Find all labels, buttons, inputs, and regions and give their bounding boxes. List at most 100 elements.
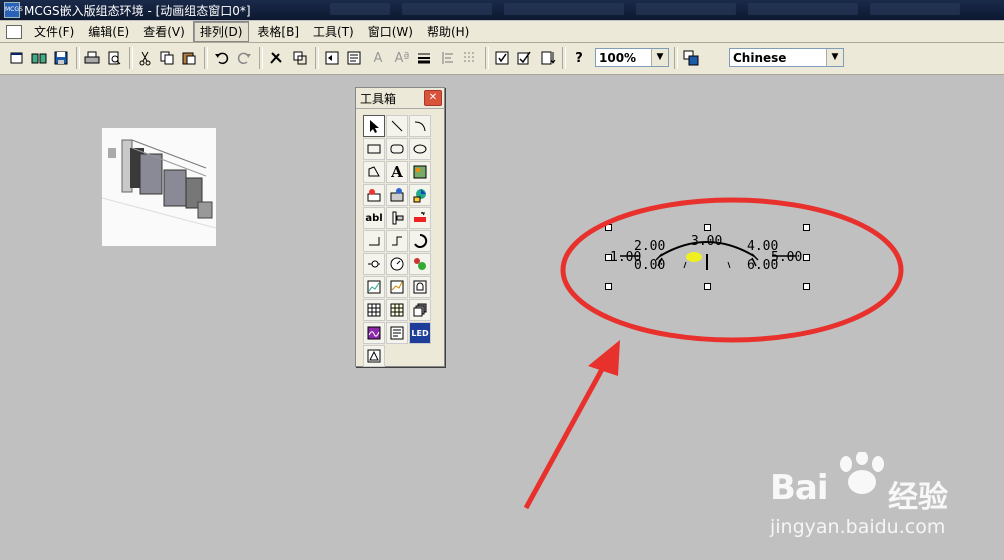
- selection-handle[interactable]: [704, 224, 711, 231]
- gauge-label: 3.00: [691, 234, 723, 249]
- selection-handle[interactable]: [803, 283, 810, 290]
- zoom-select[interactable]: 100% ▼: [595, 48, 669, 67]
- window-frame-icon[interactable]: [290, 48, 310, 68]
- script-icon[interactable]: [344, 48, 364, 68]
- equipment-image[interactable]: [102, 128, 216, 246]
- pointer-tool-icon[interactable]: [363, 115, 385, 137]
- component-icon[interactable]: [29, 48, 49, 68]
- picture-frame-icon[interactable]: [363, 345, 385, 367]
- system-menu-icon[interactable]: [6, 24, 22, 39]
- animation-icon[interactable]: [409, 184, 431, 206]
- title-bar: MCGS MCGS嵌入版组态环境 - [动画组态窗口0*]: [0, 0, 1004, 20]
- grid-icon[interactable]: [460, 48, 480, 68]
- table-tool-icon[interactable]: [363, 299, 385, 321]
- button-object-icon[interactable]: [386, 184, 408, 206]
- gauge-label: 2.00: [634, 239, 666, 254]
- menu-edit[interactable]: 编辑(E): [82, 22, 135, 41]
- toolbox-title: 工具箱: [360, 91, 397, 106]
- print-icon[interactable]: [82, 48, 102, 68]
- zoom-value: 100%: [599, 50, 637, 65]
- toolbox-panel: 工具箱 ✕ A abl LED: [355, 87, 445, 367]
- bitmap-tool-icon[interactable]: [409, 161, 431, 183]
- line-style-icon[interactable]: [414, 48, 434, 68]
- flow-block-icon[interactable]: [409, 207, 431, 229]
- menu-tools[interactable]: 工具(T): [307, 22, 360, 41]
- chevron-down-icon[interactable]: ▼: [651, 49, 668, 66]
- menu-view[interactable]: 查看(V): [137, 22, 191, 41]
- spin-arc-icon[interactable]: [409, 230, 431, 252]
- ellipse-tool-icon[interactable]: [409, 138, 431, 160]
- input-box-tool-icon[interactable]: abl: [363, 207, 385, 229]
- watermark-brand: Bai: [770, 468, 829, 508]
- taskbar-strip: [330, 3, 990, 17]
- clock-gauge-icon[interactable]: [386, 253, 408, 275]
- symbol-library-icon[interactable]: [363, 184, 385, 206]
- menu-arrange[interactable]: 排列(D): [192, 21, 250, 42]
- data-object-icon[interactable]: [322, 48, 342, 68]
- menu-help[interactable]: 帮助(H): [421, 22, 475, 41]
- selection-handle[interactable]: [803, 254, 810, 261]
- wave-chart-icon[interactable]: [363, 322, 385, 344]
- watermark-brand-cn: 经验: [888, 480, 948, 515]
- copy-icon[interactable]: [157, 48, 177, 68]
- tools-icon[interactable]: [266, 48, 286, 68]
- menu-table[interactable]: 表格[B]: [251, 22, 305, 41]
- check-icon[interactable]: [514, 48, 534, 68]
- selection-handle[interactable]: [605, 224, 612, 231]
- stacked-window-icon[interactable]: [409, 299, 431, 321]
- language-value: Chinese: [733, 50, 787, 65]
- download-icon[interactable]: [538, 48, 558, 68]
- undo-icon[interactable]: [212, 48, 232, 68]
- menu-file[interactable]: 文件(F): [28, 22, 80, 41]
- print-preview-icon[interactable]: [104, 48, 124, 68]
- report-table-icon[interactable]: [386, 299, 408, 321]
- new-window-icon[interactable]: [7, 48, 27, 68]
- font-size-icon[interactable]: Aª: [392, 48, 412, 68]
- selection-handle[interactable]: [605, 254, 612, 261]
- text-tool-icon[interactable]: A: [386, 161, 408, 183]
- arc-tool-icon[interactable]: [409, 115, 431, 137]
- cut-icon[interactable]: [135, 48, 155, 68]
- slider-tool-icon[interactable]: [386, 207, 408, 229]
- app-icon: MCGS: [4, 2, 23, 18]
- menu-window[interactable]: 窗口(W): [362, 22, 419, 41]
- gauge-label: 0.00: [634, 258, 666, 273]
- baidu-watermark: Bai 经验 jingyan.baidu.com: [770, 452, 990, 550]
- close-icon[interactable]: ✕: [424, 90, 442, 106]
- main-toolbar: A Aª ? 100% ▼ Chinese ▼: [0, 43, 1004, 75]
- toolbox-grid: A abl LED: [363, 115, 431, 367]
- step-line-icon[interactable]: [386, 230, 408, 252]
- gauge-meter[interactable]: 1.00 2.00 0.00 3.00 4.00 6.00 5.00: [600, 220, 815, 295]
- corner-line-icon[interactable]: [363, 230, 385, 252]
- redo-icon[interactable]: [234, 48, 254, 68]
- paste-icon[interactable]: [179, 48, 199, 68]
- selection-handle[interactable]: [704, 283, 711, 290]
- rectangle-tool-icon[interactable]: [363, 138, 385, 160]
- realtime-curve-icon[interactable]: [363, 276, 385, 298]
- paw-logo-icon: [840, 452, 884, 494]
- polygon-tool-icon[interactable]: [363, 161, 385, 183]
- data-list-icon[interactable]: [386, 322, 408, 344]
- gauge-label: 5.00: [771, 250, 803, 265]
- align-icon[interactable]: [438, 48, 458, 68]
- window-title: MCGS嵌入版组态环境 - [动画组态窗口0*]: [24, 3, 251, 18]
- help-icon[interactable]: ?: [569, 48, 589, 68]
- language-icon[interactable]: [681, 48, 701, 68]
- properties-icon[interactable]: [492, 48, 512, 68]
- watermark-url: jingyan.baidu.com: [770, 516, 946, 538]
- valve-tool-icon[interactable]: [363, 253, 385, 275]
- line-tool-icon[interactable]: [386, 115, 408, 137]
- selection-handle[interactable]: [803, 224, 810, 231]
- save-icon[interactable]: [51, 48, 71, 68]
- history-curve-icon[interactable]: [386, 276, 408, 298]
- menu-bar: 文件(F) 编辑(E) 查看(V) 排列(D) 表格[B] 工具(T) 窗口(W…: [0, 21, 1004, 43]
- indicator-light-icon[interactable]: [409, 253, 431, 275]
- text-style-icon[interactable]: A: [368, 48, 388, 68]
- selection-handle[interactable]: [605, 283, 612, 290]
- chevron-down-icon[interactable]: ▼: [826, 49, 843, 66]
- toolbox-title-bar[interactable]: 工具箱 ✕: [356, 88, 444, 109]
- rounded-rect-tool-icon[interactable]: [386, 138, 408, 160]
- alarm-bell-icon[interactable]: [409, 276, 431, 298]
- led-display-icon[interactable]: LED: [409, 322, 431, 344]
- language-select[interactable]: Chinese ▼: [729, 48, 844, 67]
